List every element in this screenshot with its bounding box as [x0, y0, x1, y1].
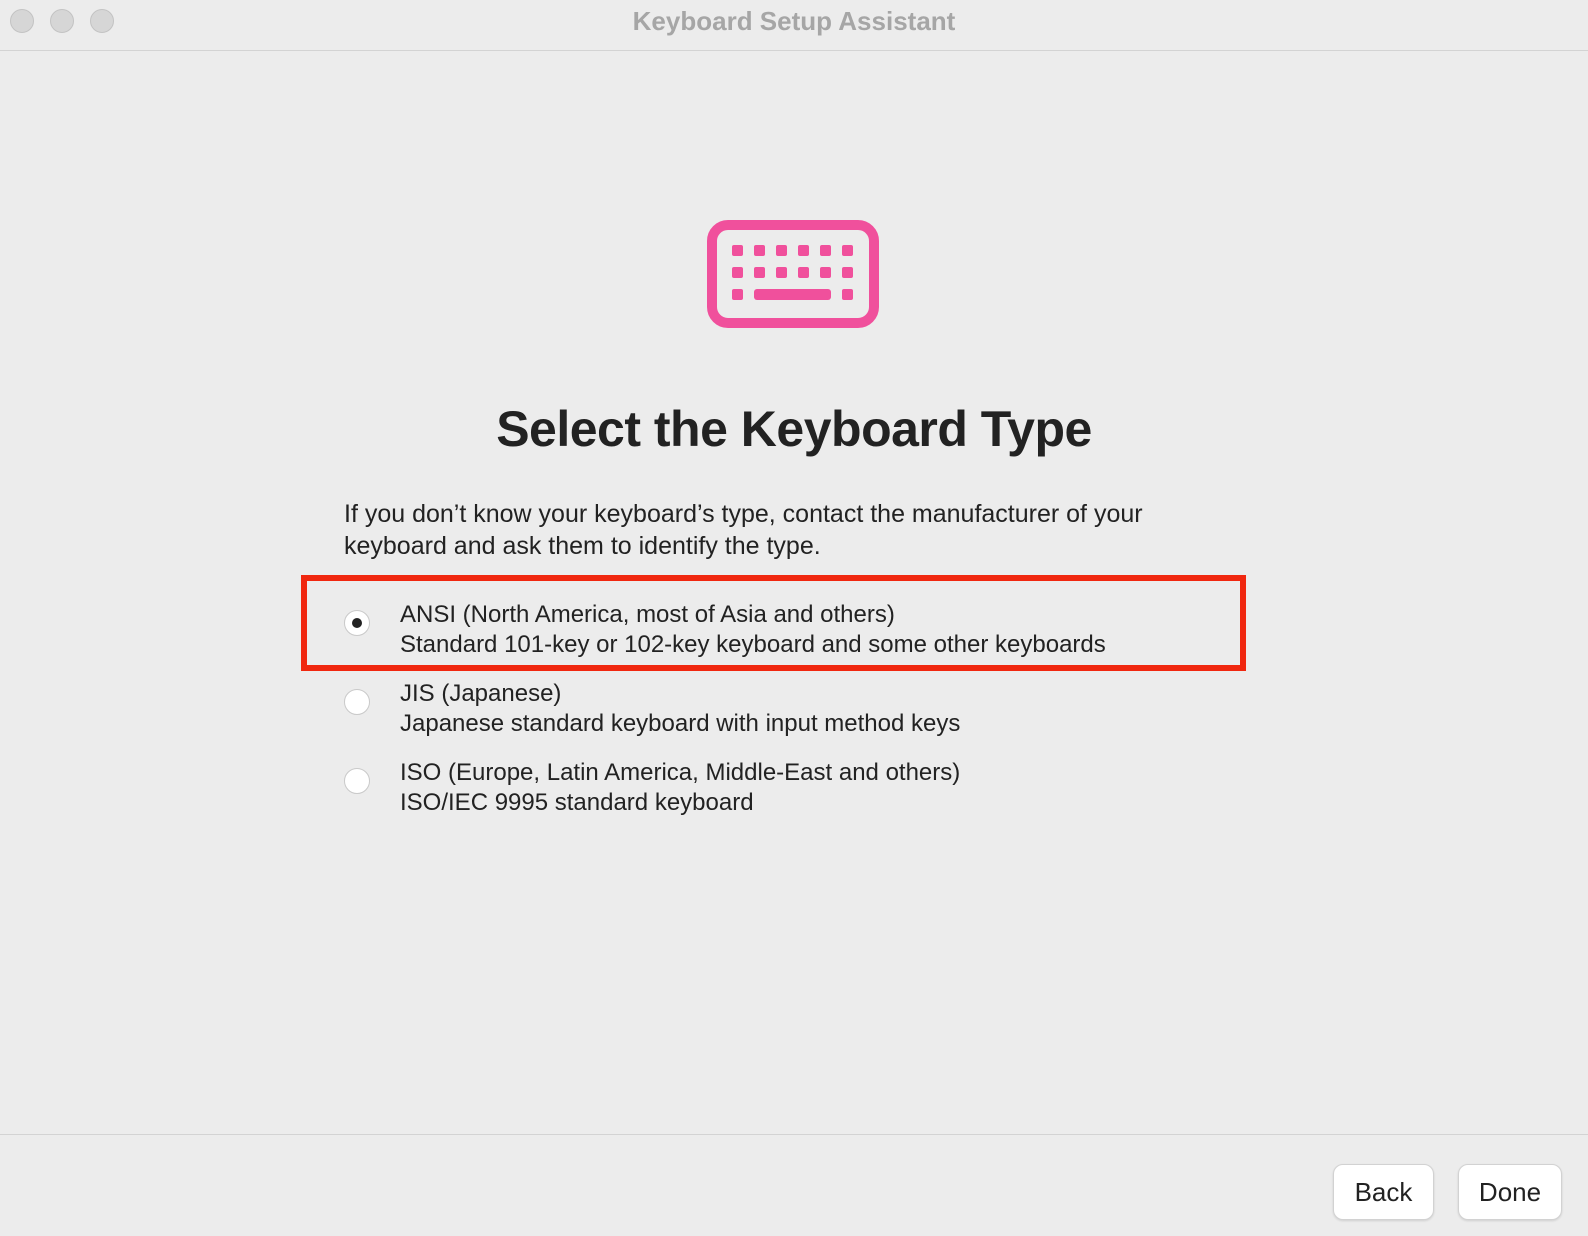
description-line-2: keyboard and ask them to identify the ty…: [344, 532, 821, 560]
description: If you don’t know your keyboard’s type, …: [344, 498, 1244, 562]
radio-iso[interactable]: [344, 768, 370, 794]
radio-jis[interactable]: [344, 689, 370, 715]
keyboard-setup-window: Keyboard Setup Assistant Select the Keyb…: [0, 0, 1588, 1236]
option-jis[interactable]: JIS (Japanese) Japanese standard keyboar…: [340, 679, 1240, 741]
title-bar: Keyboard Setup Assistant: [0, 0, 1588, 51]
option-jis-description: Japanese standard keyboard with input me…: [400, 710, 961, 737]
option-ansi-description: Standard 101-key or 102-key keyboard and…: [400, 631, 1106, 658]
page-title: Select the Keyboard Type: [496, 401, 1092, 457]
option-iso[interactable]: ISO (Europe, Latin America, Middle-East …: [340, 758, 1240, 820]
bottom-divider: [0, 1134, 1588, 1135]
option-jis-label: JIS (Japanese): [400, 680, 562, 707]
window-title: Keyboard Setup Assistant: [632, 6, 956, 36]
keyboard-icon: [707, 220, 879, 328]
done-button[interactable]: Done: [1458, 1164, 1562, 1220]
option-ansi-label: ANSI (North America, most of Asia and ot…: [400, 601, 895, 628]
back-button[interactable]: Back: [1333, 1164, 1434, 1220]
option-iso-description: ISO/IEC 9995 standard keyboard: [400, 789, 754, 816]
description-line-1: If you don’t know your keyboard’s type, …: [344, 500, 1143, 528]
option-iso-label: ISO (Europe, Latin America, Middle-East …: [400, 759, 961, 786]
radio-selected-dot: [352, 618, 362, 628]
radio-ansi[interactable]: [344, 610, 370, 636]
option-ansi[interactable]: ANSI (North America, most of Asia and ot…: [340, 600, 1240, 662]
